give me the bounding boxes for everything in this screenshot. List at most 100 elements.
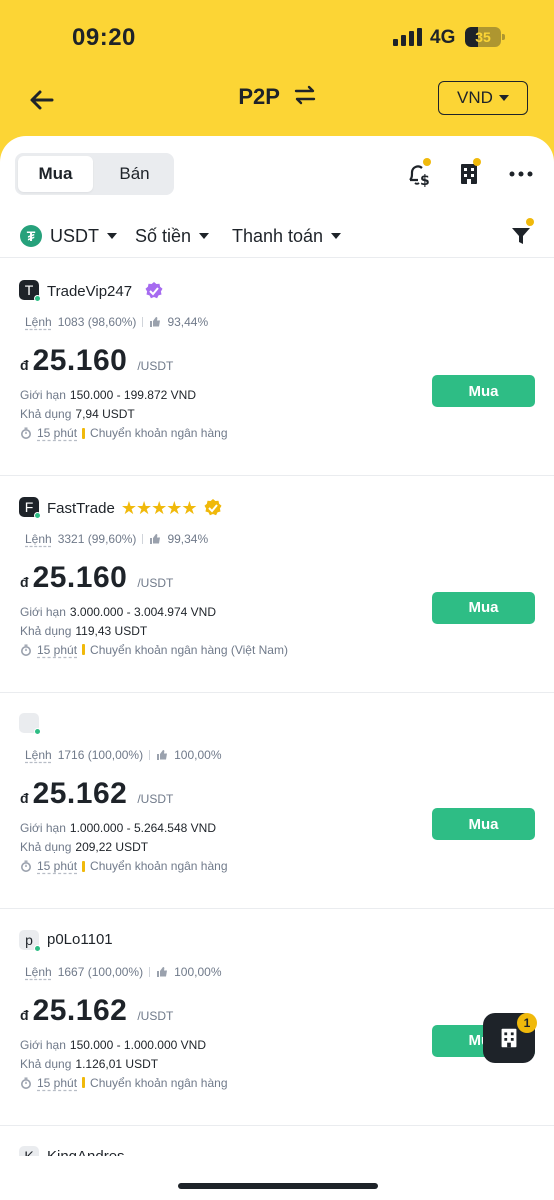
merchant-name-row[interactable]: FastTrade ★★★★★ [47, 498, 223, 519]
tab-buy[interactable]: Mua [18, 156, 93, 192]
orders-label[interactable]: Lệnh [25, 748, 52, 762]
merchant-name: FastTrade [47, 499, 115, 517]
purple-verified-icon [145, 282, 163, 299]
amount-filter-label: Số tiền [135, 225, 192, 246]
currency-select[interactable]: VND [438, 81, 528, 115]
payment-method: Chuyển khoản ngân hàng (Việt Nam) [90, 642, 288, 657]
timer-icon [21, 427, 31, 439]
list-item[interactable]: Lệnh 1716 (100,00%) 100,00% đ 25.162 /US… [0, 693, 554, 909]
merchant-name-row[interactable]: p0Lo1101 [47, 931, 119, 948]
available-value: 119,43 USDT [75, 623, 148, 638]
payment-method: Chuyển khoản ngân hàng [90, 426, 228, 440]
payment-time[interactable]: 15 phút [37, 643, 77, 657]
price-unit: /USDT [137, 359, 174, 373]
thumbs-up-icon [150, 533, 161, 544]
avatar-initial: p [25, 931, 33, 948]
timer-icon [21, 1077, 31, 1089]
payment-meta: 15 phút Chuyển khoản ngân hàng (Việt Nam… [20, 643, 288, 657]
payment-method-marker [82, 860, 86, 872]
filter-bar: ₮ USDT Số tiền Thanh toán [0, 214, 554, 258]
asset-filter[interactable]: ₮ USDT [20, 222, 117, 250]
price-row: đ 25.162 /USDT [20, 994, 173, 1028]
payment-meta: 15 phút Chuyển khoản ngân hàng [20, 1076, 228, 1090]
avatar-initial: T [24, 282, 34, 298]
gold-verified-icon [204, 499, 221, 516]
positive-rating: 100,00% [174, 964, 222, 979]
amount-filter[interactable]: Số tiền [135, 222, 210, 250]
limit-label: Giới hạn [20, 388, 66, 402]
price-unit: /USDT [137, 575, 174, 590]
price: 25.160 [32, 560, 128, 594]
payment-time[interactable]: 15 phút [37, 1076, 77, 1090]
price-unit: /USDT [137, 1008, 174, 1023]
orders-count: 1716 (100,00%) [57, 748, 144, 762]
limit-label: Giới hạn [20, 604, 66, 619]
merchant-name: p0Lo1101 [47, 930, 113, 948]
buy-button[interactable]: Mua [432, 375, 535, 407]
available-row: Khả dụng 119,43 USDT [20, 624, 147, 638]
orders-label[interactable]: Lệnh [25, 315, 52, 329]
available-row: Khả dụng 209,22 USDT [20, 840, 148, 854]
limit-row: Giới hạn 150.000 - 199.872 VND [20, 388, 196, 402]
thumbs-up-icon [150, 317, 161, 327]
available-label: Khả dụng [20, 1056, 72, 1071]
online-indicator [34, 511, 41, 519]
online-indicator [34, 944, 41, 952]
battery-icon: 35 [465, 27, 505, 47]
currency-symbol: đ [20, 357, 29, 373]
chevron-down-icon [199, 233, 210, 239]
star-rating: ★★★★★ [120, 497, 198, 518]
buy-sell-toggle: Mua Bán [15, 153, 174, 195]
signal-icon [393, 28, 423, 46]
available-label: Khả dụng [20, 840, 72, 854]
payment-method-marker [82, 427, 86, 439]
swap-arrows-icon [294, 85, 316, 111]
filter-button[interactable] [510, 218, 534, 250]
tab-sell[interactable]: Bán [95, 156, 174, 192]
thumbs-up-icon [157, 966, 168, 977]
bottom-area [0, 1156, 554, 1200]
positive-rating: 93,44% [167, 315, 209, 329]
more-button[interactable] [507, 160, 535, 188]
payment-filter[interactable]: Thanh toán [232, 222, 342, 250]
merchant-name-row[interactable]: TradeVip247 [47, 281, 164, 301]
merchant-name: TradeVip247 [47, 282, 133, 300]
merchant-stats: Lệnh 1667 (100,00%) 100,00% [25, 965, 221, 979]
chevron-down-icon [331, 233, 342, 239]
price: 25.162 [32, 993, 128, 1027]
list-item[interactable]: p p0Lo1101 Lệnh 1667 (100,00%) 100,00% đ… [0, 910, 554, 1126]
merchant-stats: Lệnh 1083 (98,60%) 93,44% [25, 315, 208, 329]
price: 25.160 [32, 344, 128, 377]
chevron-down-icon [107, 233, 117, 239]
payment-time[interactable]: 15 phút [37, 426, 77, 440]
notify-button[interactable]: $ [405, 158, 433, 189]
price: 25.162 [32, 777, 128, 810]
timer-icon [21, 860, 31, 872]
price-unit: /USDT [137, 792, 174, 806]
available-value: 1.126,01 USDT [75, 1056, 159, 1071]
orders-count: 1667 (100,00%) [57, 964, 144, 979]
limit-value: 150.000 - 199.872 VND [69, 388, 196, 402]
home-indicator [178, 1183, 378, 1189]
currency-value: VND [457, 88, 493, 107]
limit-row: Giới hạn 150.000 - 1.000.000 VND [20, 1038, 206, 1052]
limit-value: 3.000.000 - 3.004.974 VND [69, 604, 216, 619]
funnel-icon [512, 228, 530, 244]
positive-rating: 100,00% [174, 748, 222, 762]
limit-label: Giới hạn [20, 1037, 66, 1052]
currency-symbol: đ [20, 573, 29, 590]
orders-count: 1083 (98,60%) [57, 315, 137, 329]
avatar-initial: F [24, 498, 34, 515]
buy-button[interactable]: Mua [432, 591, 535, 624]
limit-value: 1.000.000 - 5.264.548 VND [69, 821, 216, 835]
merchant-button[interactable] [455, 158, 483, 188]
buy-button[interactable]: Mua [432, 808, 535, 840]
orders-label[interactable]: Lệnh [25, 532, 52, 546]
available-label: Khả dụng [20, 407, 72, 421]
positive-rating: 99,34% [167, 531, 209, 546]
online-indicator [34, 295, 41, 302]
list-item[interactable]: T TradeVip247 Lệnh 1083 (98,60%) 93,44% … [0, 260, 554, 476]
list-item[interactable]: F FastTrade ★★★★★ Lệnh 3321 (99,60%) 99,… [0, 477, 554, 693]
orders-label[interactable]: Lệnh [25, 965, 52, 979]
payment-time[interactable]: 15 phút [37, 859, 77, 873]
